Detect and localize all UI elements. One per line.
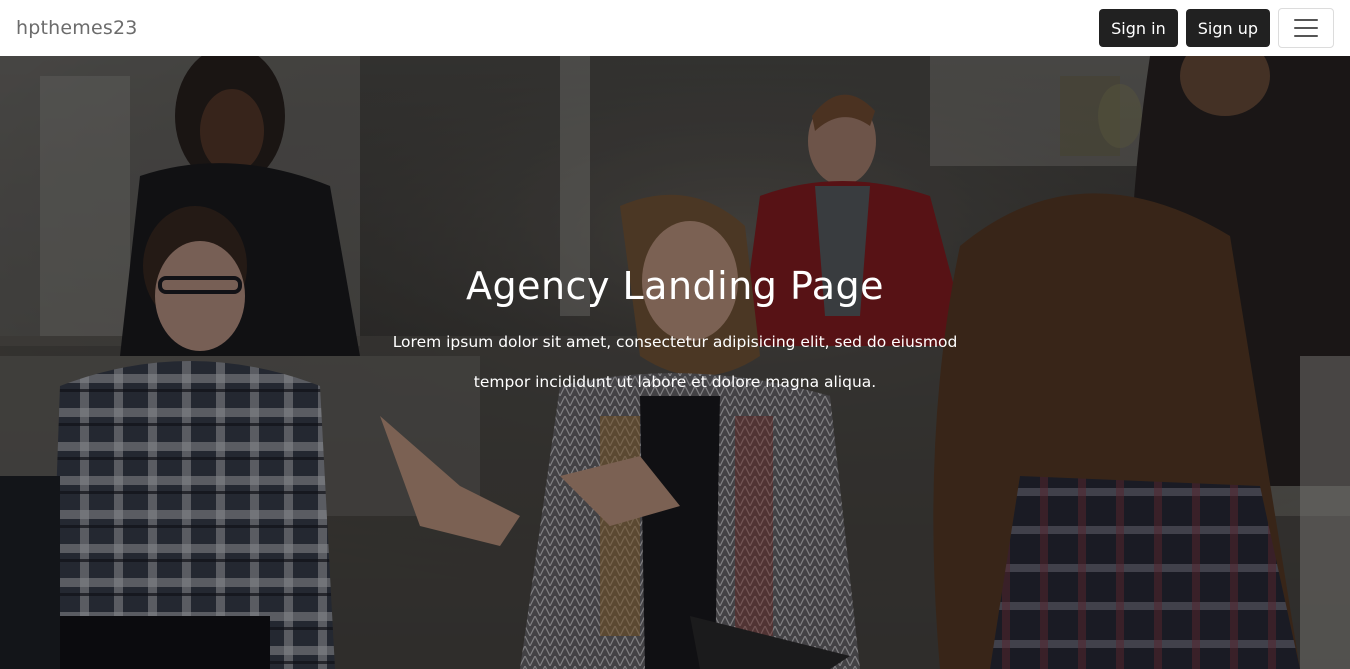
- hero-description-line-2: tempor incididunt ut labore et dolore ma…: [473, 373, 877, 391]
- hero-title: Agency Landing Page: [465, 264, 885, 308]
- sign-in-button[interactable]: Sign in: [1099, 9, 1178, 47]
- hero-description-line-1: Lorem ipsum dolor sit amet, consectetur …: [392, 333, 958, 351]
- nav-actions: Sign in Sign up: [1099, 8, 1334, 48]
- navbar-toggler-button[interactable]: [1278, 8, 1334, 48]
- navbar: hpthemes23 Sign in Sign up: [0, 0, 1350, 56]
- hero-section: Agency Landing Page Lorem ipsum dolor si…: [0, 56, 1350, 669]
- hero-content: Agency Landing Page Lorem ipsum dolor si…: [0, 56, 1350, 669]
- sign-up-button[interactable]: Sign up: [1185, 9, 1270, 47]
- hamburger-icon: [1294, 19, 1318, 21]
- brand-logo[interactable]: hpthemes23: [16, 17, 138, 39]
